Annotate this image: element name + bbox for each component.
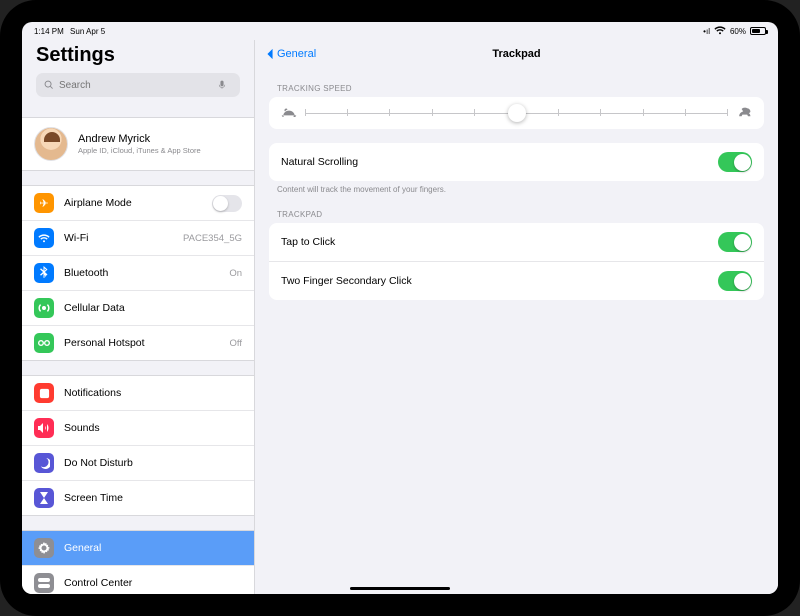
back-label: General [277, 48, 316, 60]
two-finger-click-row[interactable]: Two Finger Secondary Click [269, 261, 764, 300]
gear-icon [34, 538, 54, 558]
hourglass-icon [34, 488, 54, 508]
sidebar-item-label: Control Center [64, 577, 242, 589]
sidebar-item-screen-time[interactable]: Screen Time [22, 480, 254, 515]
account-subtitle: Apple ID, iCloud, iTunes & App Store [78, 146, 201, 155]
section-header-tracking: TRACKING SPEED [277, 84, 756, 93]
detail-pane: General Trackpad TRACKING SPEED [254, 40, 778, 594]
sidebar-item-label: Wi-Fi [64, 232, 183, 244]
airplane-toggle[interactable] [212, 195, 242, 212]
sidebar-item-label: Bluetooth [64, 267, 229, 279]
moon-icon [34, 453, 54, 473]
antenna-icon [34, 298, 54, 318]
sidebar-item-airplane-mode[interactable]: ✈︎ Airplane Mode [22, 186, 254, 220]
sidebar-item-value: PACE354_5G [183, 233, 242, 244]
natural-scrolling-toggle[interactable] [718, 152, 752, 172]
section-footer-natural: Content will track the movement of your … [277, 185, 756, 194]
sidebar-item-bluetooth[interactable]: Bluetooth On [22, 255, 254, 290]
chevron-left-icon [265, 48, 275, 60]
sidebar-item-label: Airplane Mode [64, 197, 212, 209]
sidebar-item-label: Screen Time [64, 492, 242, 504]
sidebar-item-control-center[interactable]: Control Center [22, 565, 254, 594]
battery-pct: 60% [730, 27, 746, 36]
sidebar-item-notifications[interactable]: Notifications [22, 376, 254, 410]
sidebar-item-wifi[interactable]: Wi-Fi PACE354_5G [22, 220, 254, 255]
sidebar-item-label: Personal Hotspot [64, 337, 230, 349]
search-field[interactable] [36, 73, 240, 97]
row-label: Two Finger Secondary Click [281, 275, 718, 287]
page-title: Settings [36, 44, 240, 67]
two-finger-click-toggle[interactable] [718, 271, 752, 291]
apple-id-row[interactable]: Andrew Myrick Apple ID, iCloud, iTunes &… [22, 118, 254, 170]
rabbit-icon [736, 107, 752, 119]
tap-to-click-row[interactable]: Tap to Click [269, 223, 764, 261]
sidebar-item-label: Cellular Data [64, 302, 242, 314]
account-name: Andrew Myrick [78, 133, 201, 145]
sidebar-item-label: Sounds [64, 422, 242, 434]
sidebar-item-sounds[interactable]: Sounds [22, 410, 254, 445]
slider-knob[interactable] [508, 104, 526, 122]
sidebar-item-general[interactable]: General [22, 531, 254, 565]
avatar [34, 127, 68, 161]
speaker-icon [34, 418, 54, 438]
sidebar-item-dnd[interactable]: Do Not Disturb [22, 445, 254, 480]
detail-title: Trackpad [255, 48, 778, 60]
row-label: Tap to Click [281, 236, 718, 248]
home-indicator[interactable] [350, 587, 450, 590]
tracking-speed-slider[interactable] [269, 97, 764, 129]
bluetooth-icon [34, 263, 54, 283]
status-time: 1:14 PM [34, 27, 64, 36]
sidebar-item-value: On [229, 268, 242, 279]
row-label: Natural Scrolling [281, 156, 718, 168]
settings-sidebar: Settings Andrew Myrick Apple ID, iCloud,… [22, 40, 254, 594]
battery-icon [750, 27, 766, 35]
wifi-icon [34, 228, 54, 248]
airplane-icon: ✈︎ [34, 193, 54, 213]
status-date: Sun Apr 5 [70, 27, 105, 36]
mic-icon[interactable] [217, 80, 227, 90]
wifi-icon [714, 26, 726, 37]
sidebar-item-label: Do Not Disturb [64, 457, 242, 469]
status-bar: 1:14 PM Sun Apr 5 •ıl 60% [22, 22, 778, 40]
search-icon [44, 80, 54, 90]
search-input[interactable] [59, 80, 217, 91]
tap-to-click-toggle[interactable] [718, 232, 752, 252]
sidebar-item-label: Notifications [64, 387, 242, 399]
natural-scrolling-row[interactable]: Natural Scrolling [269, 143, 764, 181]
hotspot-icon [34, 333, 54, 353]
sidebar-item-value: Off [230, 338, 243, 349]
sidebar-item-hotspot[interactable]: Personal Hotspot Off [22, 325, 254, 360]
back-button[interactable]: General [265, 48, 316, 60]
turtle-icon [281, 107, 297, 119]
notifications-icon [34, 383, 54, 403]
switches-icon [34, 573, 54, 593]
sidebar-item-cellular[interactable]: Cellular Data [22, 290, 254, 325]
sidebar-item-label: General [64, 542, 242, 554]
section-header-trackpad: TRACKPAD [277, 210, 756, 219]
cell-signal-icon: •ıl [703, 27, 710, 36]
